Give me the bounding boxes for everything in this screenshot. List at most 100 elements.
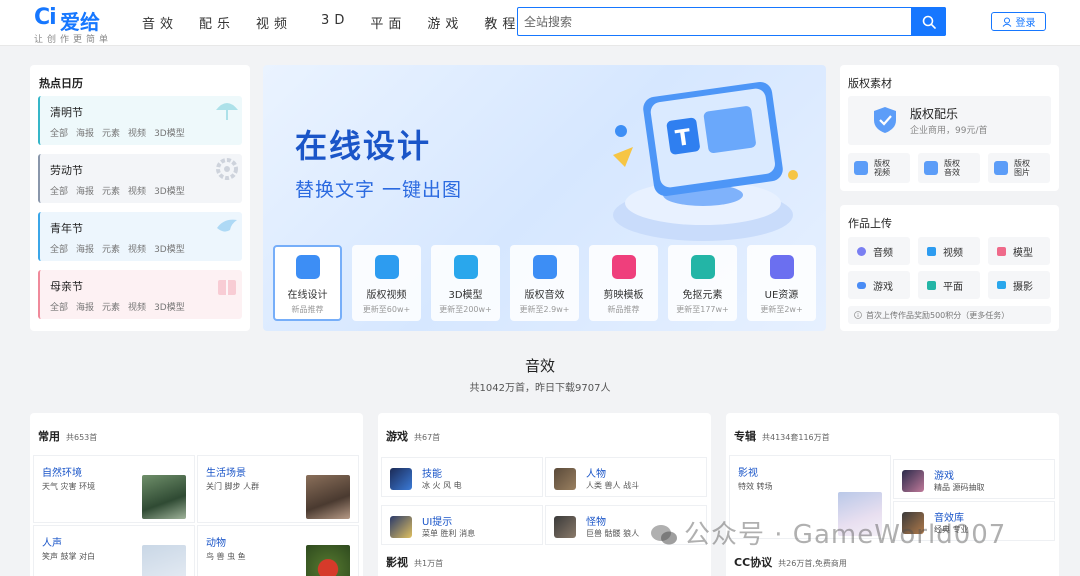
game-item-title: 人物 bbox=[586, 469, 606, 480]
site-logo[interactable]: Ci 爱给 让创作更简单 bbox=[34, 5, 124, 45]
main-nav: 音效 配乐 视频 3D 平面 游戏 教程 bbox=[142, 13, 541, 33]
ui-image bbox=[390, 516, 412, 538]
panel-cc-head[interactable]: CC协议 共26万首,免费商用 bbox=[734, 554, 847, 570]
upload-photo[interactable]: 摄影 bbox=[988, 271, 1050, 299]
video-icon bbox=[374, 255, 399, 279]
tag-video[interactable]: 视频 bbox=[128, 126, 146, 139]
upload-card: 作品上传 音频 视频 模型 游戏 平面 摄影 首次上传作品奖励500积分（更多任… bbox=[840, 205, 1059, 331]
game-item-desc: 菜单 胜利 消息 bbox=[422, 529, 476, 538]
tag-poster[interactable]: 海报 bbox=[76, 242, 94, 255]
tag-3d-model[interactable]: 3D模型 bbox=[154, 184, 185, 197]
tag-poster[interactable]: 海报 bbox=[76, 300, 94, 313]
tag-element[interactable]: 元素 bbox=[102, 184, 120, 197]
upload-video[interactable]: 视频 bbox=[918, 237, 980, 265]
nav-game[interactable]: 游戏 bbox=[427, 13, 463, 33]
nav-graphic[interactable]: 平面 bbox=[370, 13, 406, 33]
info-icon bbox=[854, 311, 862, 319]
tile-ue-resource[interactable]: UE资源 更新至2w+ bbox=[747, 245, 816, 321]
upload-note-text: 首次上传作品奖励500积分（更多任务） bbox=[866, 310, 1010, 320]
tile-3d-model[interactable]: 3D模型 更新至200w+ bbox=[431, 245, 500, 321]
copyright-sound[interactable]: 版权音效 bbox=[918, 153, 980, 183]
tag-element[interactable]: 元素 bbox=[102, 300, 120, 313]
album-title: 游戏 bbox=[934, 471, 954, 482]
upload-model[interactable]: 模型 bbox=[988, 237, 1050, 265]
upload-audio[interactable]: 音频 bbox=[848, 237, 910, 265]
game-skill[interactable]: 技能 冰 火 风 电 bbox=[381, 457, 543, 497]
gear-icon bbox=[216, 158, 238, 180]
copyright-video[interactable]: 版权视频 bbox=[848, 153, 910, 183]
nav-video[interactable]: 视频 bbox=[256, 13, 292, 33]
calendar-item-labor[interactable]: 劳动节 全部 海报 元素 视频 3D模型 bbox=[38, 154, 242, 203]
hero-banner[interactable]: 在线设计 替换文字 一键出图 T 在线设计 新品推荐 版权视频 更新至60w+ … bbox=[263, 65, 826, 331]
upload-audio-label: 音频 bbox=[873, 247, 893, 259]
gamepad-icon bbox=[857, 281, 866, 289]
panel-album: 专辑 共4134套116万首 影视 特效 转场 游戏 精品 源码抽取 音效库 经典… bbox=[726, 413, 1059, 576]
search-input[interactable] bbox=[518, 8, 912, 35]
tile-name: 版权音效 bbox=[524, 290, 565, 301]
tag-element[interactable]: 元素 bbox=[102, 242, 120, 255]
album-desc: 特效 转场 bbox=[738, 482, 773, 491]
category-animal[interactable]: 动物 鸟 兽 虫 鱼 bbox=[197, 525, 359, 576]
copyright-image[interactable]: 版权图片 bbox=[988, 153, 1050, 183]
copyright-title: 版权素材 bbox=[848, 77, 892, 90]
album-game[interactable]: 游戏 精品 源码抽取 bbox=[893, 459, 1055, 499]
upload-graphic[interactable]: 平面 bbox=[918, 271, 980, 299]
tile-capcut-template[interactable]: 剪映模板 新品推荐 bbox=[589, 245, 658, 321]
tag-poster[interactable]: 海报 bbox=[76, 126, 94, 139]
tag-all[interactable]: 全部 bbox=[50, 184, 68, 197]
tag-video[interactable]: 视频 bbox=[128, 184, 146, 197]
category-voice[interactable]: 人声 笑声 鼓掌 对白 bbox=[33, 525, 195, 576]
tag-3d-model[interactable]: 3D模型 bbox=[154, 300, 185, 313]
image-icon bbox=[994, 161, 1008, 175]
tag-video[interactable]: 视频 bbox=[128, 242, 146, 255]
tag-element[interactable]: 元素 bbox=[102, 126, 120, 139]
category-nature[interactable]: 自然环境 天气 灾害 环境 bbox=[33, 455, 195, 523]
tile-online-design[interactable]: 在线设计 新品推荐 bbox=[273, 245, 342, 321]
game-ui[interactable]: UI提示 菜单 胜利 消息 bbox=[381, 505, 543, 545]
tag-video[interactable]: 视频 bbox=[128, 300, 146, 313]
nav-tutorial[interactable]: 教程 bbox=[484, 13, 520, 33]
login-button[interactable]: 登录 bbox=[991, 12, 1046, 31]
tag-all[interactable]: 全部 bbox=[50, 242, 68, 255]
tile-sub: 更新至2.9w+ bbox=[519, 305, 570, 314]
panel-game-head[interactable]: 游戏 共67首 bbox=[386, 428, 440, 444]
panel-album-head[interactable]: 专辑 共4134套116万首 bbox=[734, 428, 830, 444]
panel-album-count: 共4134套116万首 bbox=[762, 433, 830, 442]
game-character[interactable]: 人物 人类 兽人 战斗 bbox=[545, 457, 707, 497]
panel-film-head[interactable]: 影视 共1万首 bbox=[386, 554, 443, 570]
tile-sub: 新品推荐 bbox=[291, 305, 324, 314]
tag-all[interactable]: 全部 bbox=[50, 126, 68, 139]
tile-copyright-sound[interactable]: 版权音效 更新至2.9w+ bbox=[510, 245, 579, 321]
search-button[interactable] bbox=[911, 7, 946, 36]
panel-cc-title: CC协议 bbox=[734, 556, 773, 569]
tag-all[interactable]: 全部 bbox=[50, 300, 68, 313]
copyright-music[interactable]: 版权配乐 企业商用，99元/首 bbox=[848, 96, 1051, 145]
tile-copyright-video[interactable]: 版权视频 更新至60w+ bbox=[352, 245, 421, 321]
tag-3d-model[interactable]: 3D模型 bbox=[154, 126, 185, 139]
nav-music[interactable]: 配乐 bbox=[199, 13, 235, 33]
search-icon bbox=[922, 15, 936, 29]
calendar-item-qingming[interactable]: 清明节 全部 海报 元素 视频 3D模型 bbox=[38, 96, 242, 145]
camera-icon bbox=[997, 281, 1006, 289]
category-life[interactable]: 生活场景 关门 脚步 人群 bbox=[197, 455, 359, 523]
upload-reward-note[interactable]: 首次上传作品奖励500积分（更多任务） bbox=[848, 306, 1051, 324]
nav-sound[interactable]: 音效 bbox=[142, 13, 178, 33]
tag-3d-model[interactable]: 3D模型 bbox=[154, 242, 185, 255]
copyright-music-sub: 企业商用，99元/首 bbox=[910, 126, 988, 136]
calendar-item-mother[interactable]: 母亲节 全部 海报 元素 视频 3D模型 bbox=[38, 270, 242, 319]
tag-poster[interactable]: 海报 bbox=[76, 184, 94, 197]
umbrella-icon bbox=[216, 103, 238, 120]
copyright-image-label: 版权图片 bbox=[1014, 159, 1030, 177]
character-image bbox=[554, 468, 576, 490]
category-desc: 关门 脚步 人群 bbox=[206, 482, 260, 491]
upload-game[interactable]: 游戏 bbox=[848, 271, 910, 299]
watermark-text: 公众号 · GameWorld007 bbox=[684, 520, 1007, 550]
calendar-item-youth[interactable]: 青年节 全部 海报 元素 视频 3D模型 bbox=[38, 212, 242, 261]
panel-game: 游戏 共67首 技能 冰 火 风 电 人物 人类 兽人 战斗 UI提示 菜单 胜利… bbox=[378, 413, 711, 576]
tile-cutout-element[interactable]: 免抠元素 更新至177w+ bbox=[668, 245, 737, 321]
panel-common-head[interactable]: 常用 共653首 bbox=[38, 428, 97, 444]
panel-common-count: 共653首 bbox=[66, 433, 98, 442]
calendar-item-tags: 全部 海报 元素 视频 3D模型 bbox=[50, 184, 242, 197]
tile-sub: 更新至177w+ bbox=[676, 305, 729, 314]
nav-3d[interactable]: 3D bbox=[321, 13, 349, 33]
